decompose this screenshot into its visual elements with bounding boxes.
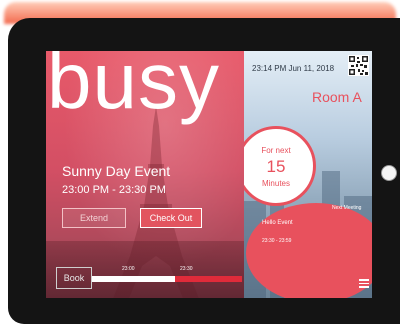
next-meeting-label: Next Meeting <box>332 205 362 211</box>
room-name: Room A <box>312 89 362 105</box>
timeline-label-end: 23:30 <box>180 266 193 272</box>
event-time: 23:00 PM - 23:30 PM <box>62 184 166 196</box>
extend-button[interactable]: Extend <box>62 208 126 228</box>
next-event-time: 23:30 - 23:59 <box>262 238 292 244</box>
timeline-busy-segment <box>175 276 242 282</box>
check-out-button[interactable]: Check Out <box>140 208 202 228</box>
room-display-screen: busy Sunny Day Event 23:00 PM - 23:30 PM… <box>46 51 372 298</box>
countdown-value: 15 <box>266 157 286 176</box>
menu-icon[interactable] <box>359 279 369 289</box>
book-button[interactable]: Book <box>56 267 92 289</box>
home-button[interactable] <box>381 165 397 181</box>
room-status-panel: 23:14 PM Jun 11, 2018 Room A For next 15… <box>244 51 372 298</box>
busy-panel: busy Sunny Day Event 23:00 PM - 23:30 PM… <box>46 51 244 298</box>
event-title: Sunny Day Event <box>62 163 171 179</box>
timeline-label-start: 23:00 <box>122 266 135 272</box>
timeline-free-segment <box>92 276 175 282</box>
countdown-timer: For next 15 Minutes <box>244 126 316 206</box>
countdown-unit: Minutes <box>261 179 290 188</box>
next-event-title: Hello Event <box>262 220 293 226</box>
current-datetime: 23:14 PM Jun 11, 2018 <box>252 64 335 73</box>
schedule-timeline[interactable] <box>92 276 242 282</box>
countdown-prefix: For next <box>261 146 291 155</box>
qr-code-icon[interactable] <box>348 55 369 76</box>
next-meeting-card[interactable] <box>246 203 372 298</box>
status-word: busy <box>47 51 220 125</box>
